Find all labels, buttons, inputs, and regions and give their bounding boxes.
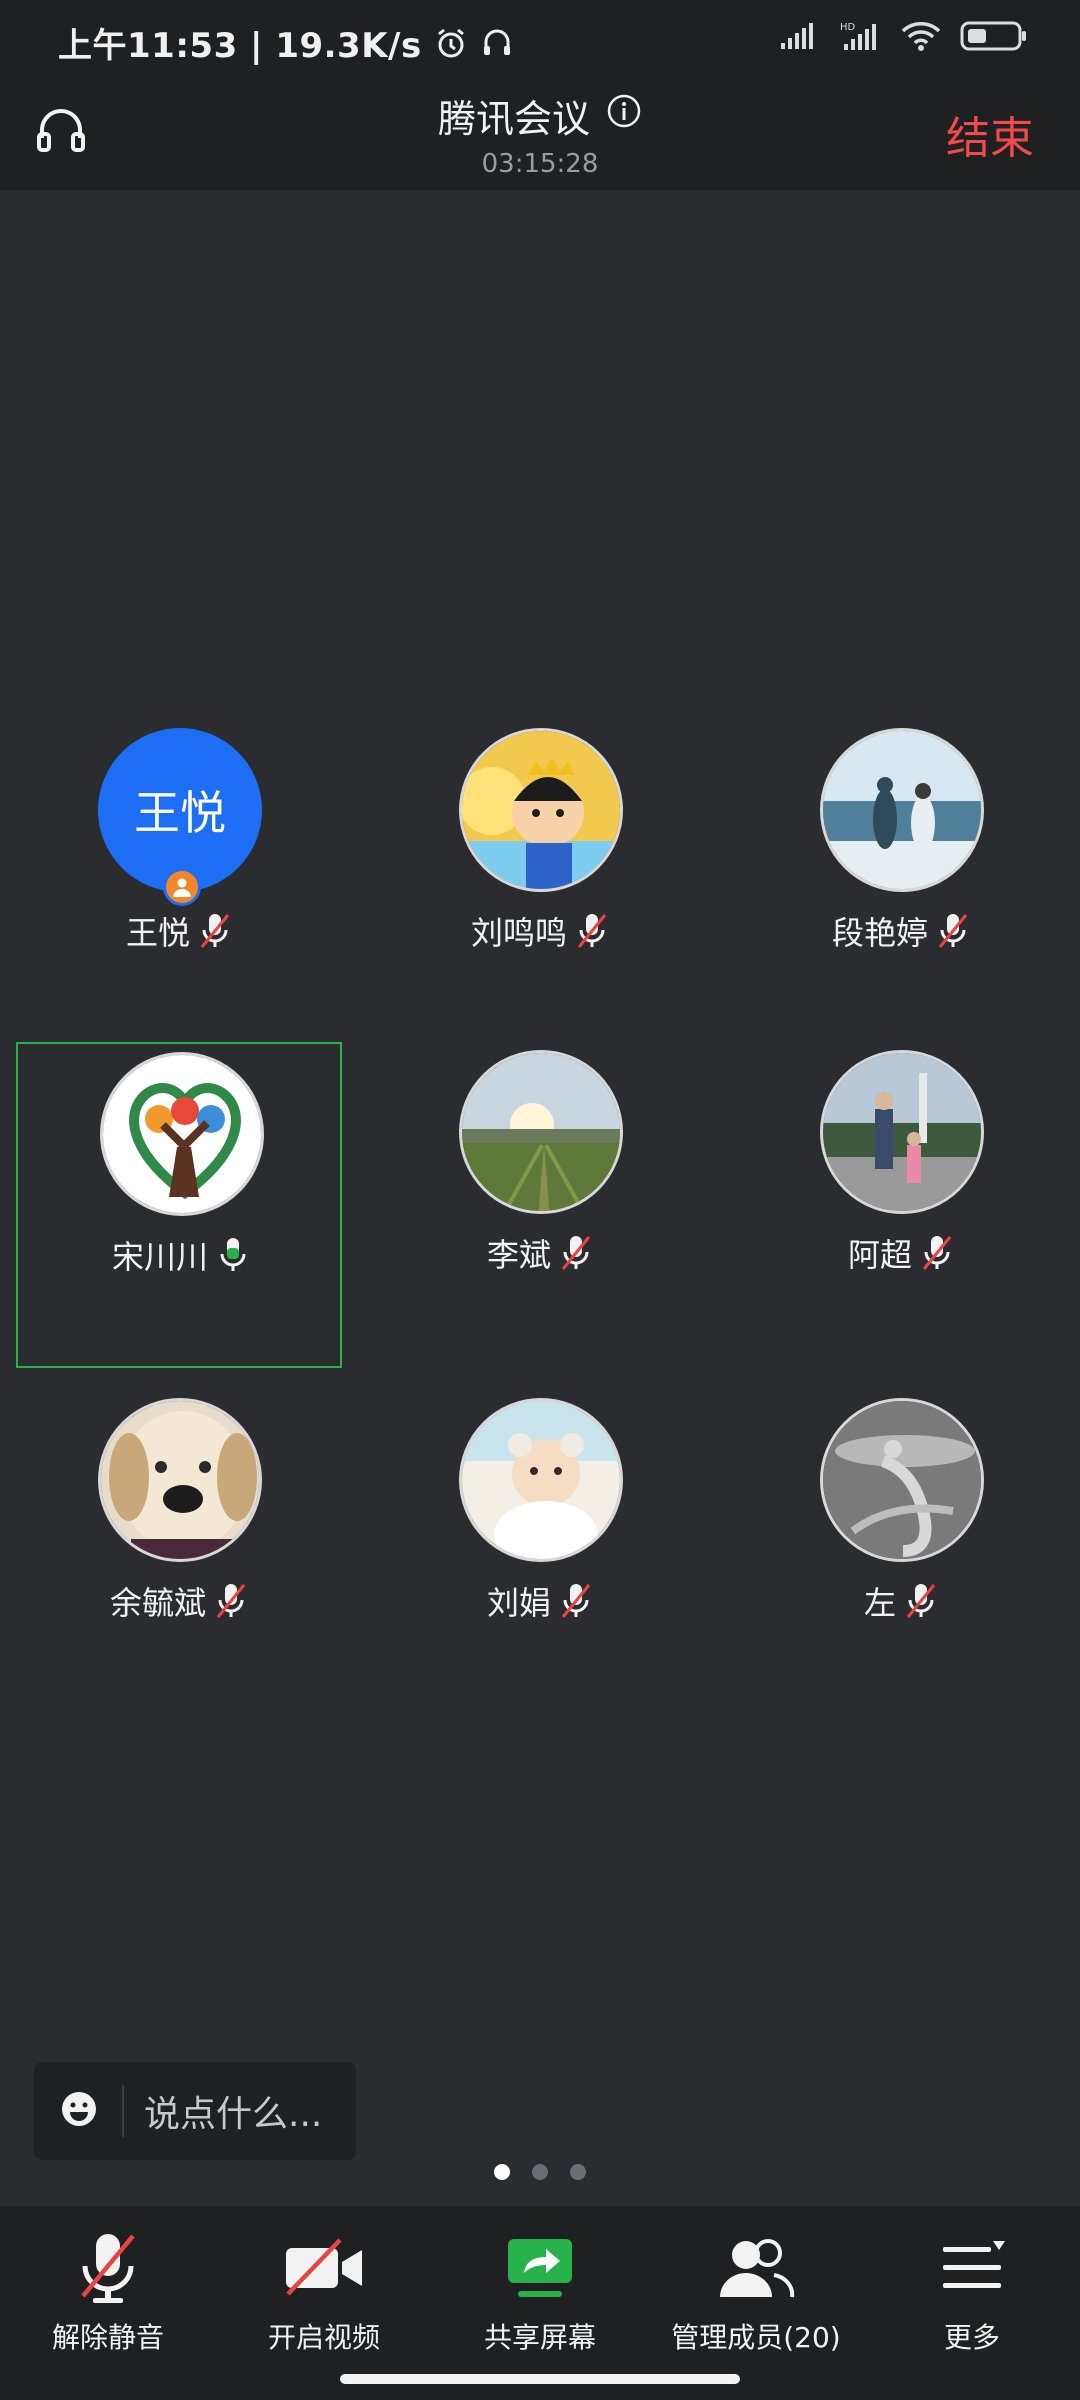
- participant-tile[interactable]: 阿超: [738, 1042, 1064, 1368]
- mic-muted-icon: [938, 914, 968, 948]
- avatar: 王悦: [98, 728, 262, 906]
- participant-name: 李斌: [486, 1236, 551, 1274]
- participant-name: 余毓斌: [109, 1584, 206, 1622]
- participant-tile[interactable]: 李斌: [377, 1042, 703, 1368]
- mic-muted-icon: [922, 1236, 952, 1270]
- status-time-text: 上午11:53 | 19.3K/s: [58, 26, 422, 66]
- avatar: [459, 728, 623, 892]
- start-video-button[interactable]: 开启视频: [216, 2228, 432, 2356]
- mic-speaking-icon: [220, 1238, 246, 1271]
- participant-name: 宋川川: [111, 1238, 208, 1276]
- end-meeting-button[interactable]: 结束: [946, 102, 1034, 166]
- meeting-elapsed-time: 03:15:28: [481, 149, 599, 179]
- avatar: [820, 1050, 984, 1214]
- mic-muted-icon: [200, 914, 230, 948]
- mic-muted-icon: [0, 2228, 216, 2308]
- chat-input[interactable]: 说点什么...: [34, 2062, 356, 2160]
- share-screen-label: 共享屏幕: [483, 2321, 596, 2354]
- participant-name: 王悦: [125, 914, 190, 952]
- headphone-status-icon: [480, 26, 514, 60]
- mic-muted-icon: [906, 1584, 936, 1618]
- battery-icon: [960, 20, 1028, 56]
- more-label: 更多: [943, 2321, 1000, 2354]
- divider: [122, 2085, 124, 2137]
- avatar: [98, 1398, 262, 1562]
- mic-muted-icon: [561, 1584, 591, 1618]
- members-icon: [648, 2228, 864, 2308]
- participant-tile[interactable]: 王悦 王悦: [16, 720, 342, 1046]
- manage-members-label: 管理成员(20): [671, 2321, 841, 2354]
- participant-name: 段艳婷: [831, 914, 928, 952]
- participant-tile-active-speaker[interactable]: 宋川川: [16, 1042, 342, 1368]
- page-dot[interactable]: [570, 2164, 586, 2180]
- meeting-title: 腾讯会议: [437, 97, 590, 141]
- status-time: 上午11:53 | 19.3K/s: [58, 18, 514, 67]
- participant-tile[interactable]: 段艳婷: [738, 720, 1064, 1046]
- meeting-toolbar: 解除静音 开启视频 共享屏幕 管理成员(20) 更多: [0, 2206, 1080, 2400]
- avatar: [459, 1050, 623, 1214]
- participant-name: 阿超: [847, 1236, 912, 1274]
- meeting-header: 腾讯会议 03:15:28 结束: [0, 84, 1080, 190]
- emoji-icon[interactable]: [60, 2090, 98, 2132]
- mic-muted-icon: [577, 914, 607, 948]
- status-bar: 上午11:53 | 19.3K/s HD: [0, 0, 1080, 84]
- mic-muted-icon: [561, 1236, 591, 1270]
- video-off-icon: [216, 2228, 432, 2308]
- unmute-button[interactable]: 解除静音: [0, 2228, 216, 2356]
- avatar-text: 王悦: [134, 786, 226, 840]
- more-button[interactable]: 更多: [864, 2228, 1080, 2356]
- participant-name: 刘鸣鸣: [470, 914, 567, 952]
- avatar: [820, 1398, 984, 1562]
- avatar: [459, 1398, 623, 1562]
- avatar: [100, 1052, 264, 1216]
- mic-muted-icon: [216, 1584, 246, 1618]
- signal-hd-icon: HD: [838, 20, 882, 56]
- participant-tile[interactable]: 刘娟: [377, 1390, 703, 1716]
- svg-text:HD: HD: [840, 22, 856, 33]
- home-indicator[interactable]: [340, 2374, 740, 2384]
- participant-tile[interactable]: 刘鸣鸣: [377, 720, 703, 1046]
- share-screen-button[interactable]: 共享屏幕: [432, 2228, 648, 2356]
- participant-name: 刘娟: [486, 1584, 551, 1622]
- page-dot[interactable]: [532, 2164, 548, 2180]
- manage-members-button[interactable]: 管理成员(20): [648, 2228, 864, 2356]
- info-icon[interactable]: [606, 93, 642, 138]
- signal-icon: [780, 21, 820, 55]
- chat-placeholder: 说点什么...: [144, 2094, 323, 2135]
- avatar: [820, 728, 984, 892]
- page-dot-active[interactable]: [494, 2164, 510, 2180]
- participant-tile[interactable]: 余毓斌: [16, 1390, 342, 1716]
- host-badge-icon: [163, 868, 201, 906]
- share-screen-icon: [432, 2228, 648, 2308]
- alarm-icon: [434, 26, 468, 60]
- wifi-icon: [900, 20, 942, 56]
- unmute-label: 解除静音: [51, 2321, 164, 2354]
- more-menu-icon: [864, 2228, 1080, 2308]
- page-indicator: [0, 2164, 1080, 2180]
- participant-tile[interactable]: 左: [738, 1390, 1064, 1716]
- start-video-label: 开启视频: [267, 2321, 380, 2354]
- participant-name: 左: [863, 1584, 896, 1622]
- meeting-title-block: 腾讯会议 03:15:28: [0, 88, 1080, 179]
